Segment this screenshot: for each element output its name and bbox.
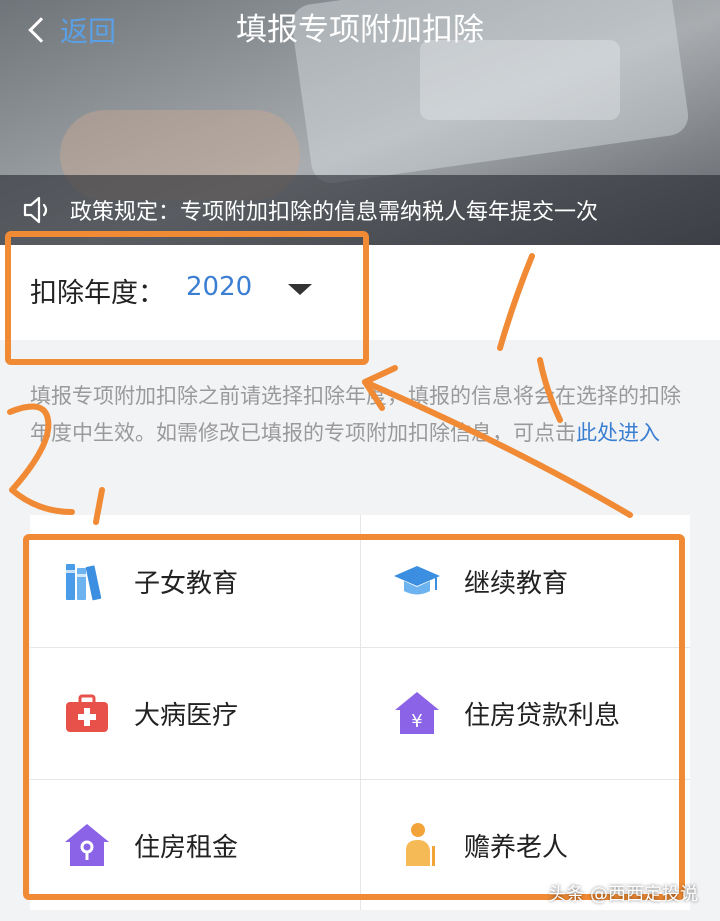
page-title: 填报专项附加扣除 <box>236 12 484 48</box>
policy-notice-text: 政策规定：专项附加扣除的信息需纳税人每年提交一次 <box>70 200 599 225</box>
category-children-education[interactable]: 子女教育 <box>30 515 360 647</box>
category-label: 大病医疗 <box>134 700 239 731</box>
speaker-icon <box>23 196 48 224</box>
house-yuan-icon: ¥ <box>395 692 439 734</box>
watermark: 头条 @西西定投说 <box>548 884 698 905</box>
graduation-cap-icon <box>394 566 440 595</box>
caret-down-icon[interactable] <box>288 284 312 295</box>
year-selector[interactable]: 扣除年度： 2020 <box>0 245 720 340</box>
deduction-category-grid: 子女教育 继续教育 大病医疗 ¥ 住房贷款利息 住房租金 赡养老人 <box>30 515 690 910</box>
category-continuing-education[interactable]: 继续教育 <box>360 515 690 647</box>
year-label: 扣除年度： <box>30 278 165 309</box>
svg-text:¥: ¥ <box>411 711 422 732</box>
category-label: 住房贷款利息 <box>464 700 621 731</box>
policy-notice-bar: 政策规定：专项附加扣除的信息需纳税人每年提交一次 <box>0 175 720 245</box>
category-label: 住房租金 <box>134 832 239 863</box>
year-description: 填报专项附加扣除之前请选择扣除年度，填报的信息将会在选择的扣除年度中生效。如需修… <box>30 378 695 452</box>
year-value[interactable]: 2020 <box>186 272 252 302</box>
elderly-person-icon <box>406 823 435 866</box>
house-key-icon <box>65 824 109 866</box>
category-label: 子女教育 <box>134 568 239 599</box>
medical-kit-icon <box>66 694 108 732</box>
category-label: 赡养老人 <box>464 832 569 863</box>
enter-here-link[interactable]: 此处进入 <box>576 421 660 445</box>
category-serious-illness[interactable]: 大病医疗 <box>30 647 360 779</box>
category-housing-rent[interactable]: 住房租金 <box>30 779 360 911</box>
books-icon <box>66 564 102 601</box>
category-housing-loan-interest[interactable]: ¥ 住房贷款利息 <box>360 647 690 779</box>
category-label: 继续教育 <box>464 568 569 599</box>
top-navigation-bar: 返回 填报专项附加扣除 <box>0 0 720 60</box>
